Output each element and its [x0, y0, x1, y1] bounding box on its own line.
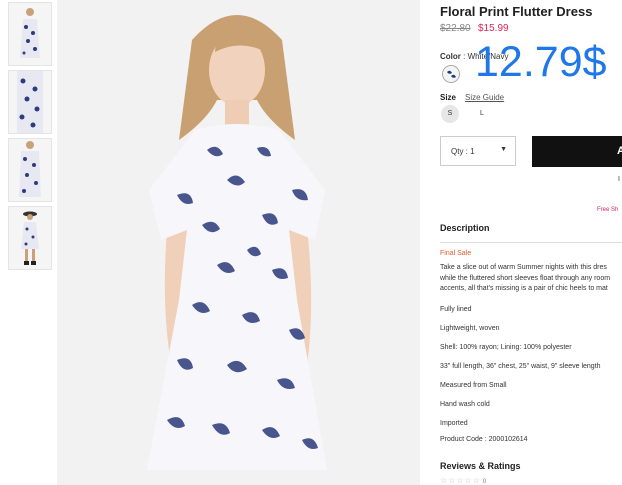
final-sale-label: Final Sale: [440, 250, 472, 257]
description-line: while the fluttered short sleeves float …: [440, 274, 611, 282]
description-item: Shell: 100% rayon; Lining: 100% polyeste…: [440, 344, 572, 351]
color-label-text: Color: [440, 52, 461, 61]
description-item: Measured from Small: [440, 382, 507, 389]
main-product-image[interactable]: [57, 0, 420, 485]
star-icons: ☆☆☆☆☆: [440, 476, 481, 485]
add-to-cart-label: A: [617, 145, 622, 157]
add-to-cart-button[interactable]: A: [532, 136, 622, 167]
description-line: Take a slice out of warm Summer nights w…: [440, 264, 607, 271]
description-item: Fully lined: [440, 306, 472, 313]
size-label: Size: [440, 93, 457, 102]
stock-mark: I: [618, 176, 620, 183]
reviews-heading: Reviews & Ratings: [440, 461, 521, 471]
product-code: Product Code : 2000102614: [440, 436, 528, 443]
description-line: accents, all that's missing is a pair of…: [440, 285, 608, 292]
thumbnail-4[interactable]: [8, 206, 52, 270]
size-guide-link[interactable]: Size Guide: [465, 93, 504, 102]
overlay-price: 12.79$: [475, 38, 607, 86]
size-option-s[interactable]: S: [441, 105, 459, 123]
sale-price: $15.99: [478, 23, 509, 34]
thumbnail-3[interactable]: [8, 138, 52, 202]
quantity-select[interactable]: Qty : 1 ▼: [440, 136, 516, 166]
original-price: $22.80: [440, 23, 471, 34]
description-heading: Description: [440, 223, 490, 233]
product-title: Floral Print Flutter Dress: [440, 4, 593, 19]
description-item: Imported: [440, 420, 468, 427]
description-item: 33" full length, 36" chest, 25" waist, 9…: [440, 363, 601, 370]
quantity-value: Qty : 1: [451, 147, 475, 156]
thumbnail-2[interactable]: [8, 70, 52, 134]
color-swatch-white-navy[interactable]: [442, 65, 460, 83]
chevron-down-icon: ▼: [500, 146, 507, 153]
size-option-l[interactable]: L: [473, 105, 491, 123]
review-count: 0: [482, 479, 487, 485]
rating-stars[interactable]: ☆☆☆☆☆ 0: [440, 476, 486, 485]
divider: [440, 242, 622, 243]
free-shipping-text: Free Sh: [597, 207, 619, 213]
description-paragraph: Take a slice out of warm Summer nights w…: [440, 263, 622, 295]
description-item: Hand wash cold: [440, 401, 490, 408]
thumbnail-1[interactable]: [8, 2, 52, 66]
description-item: Lightweight, woven: [440, 325, 500, 332]
